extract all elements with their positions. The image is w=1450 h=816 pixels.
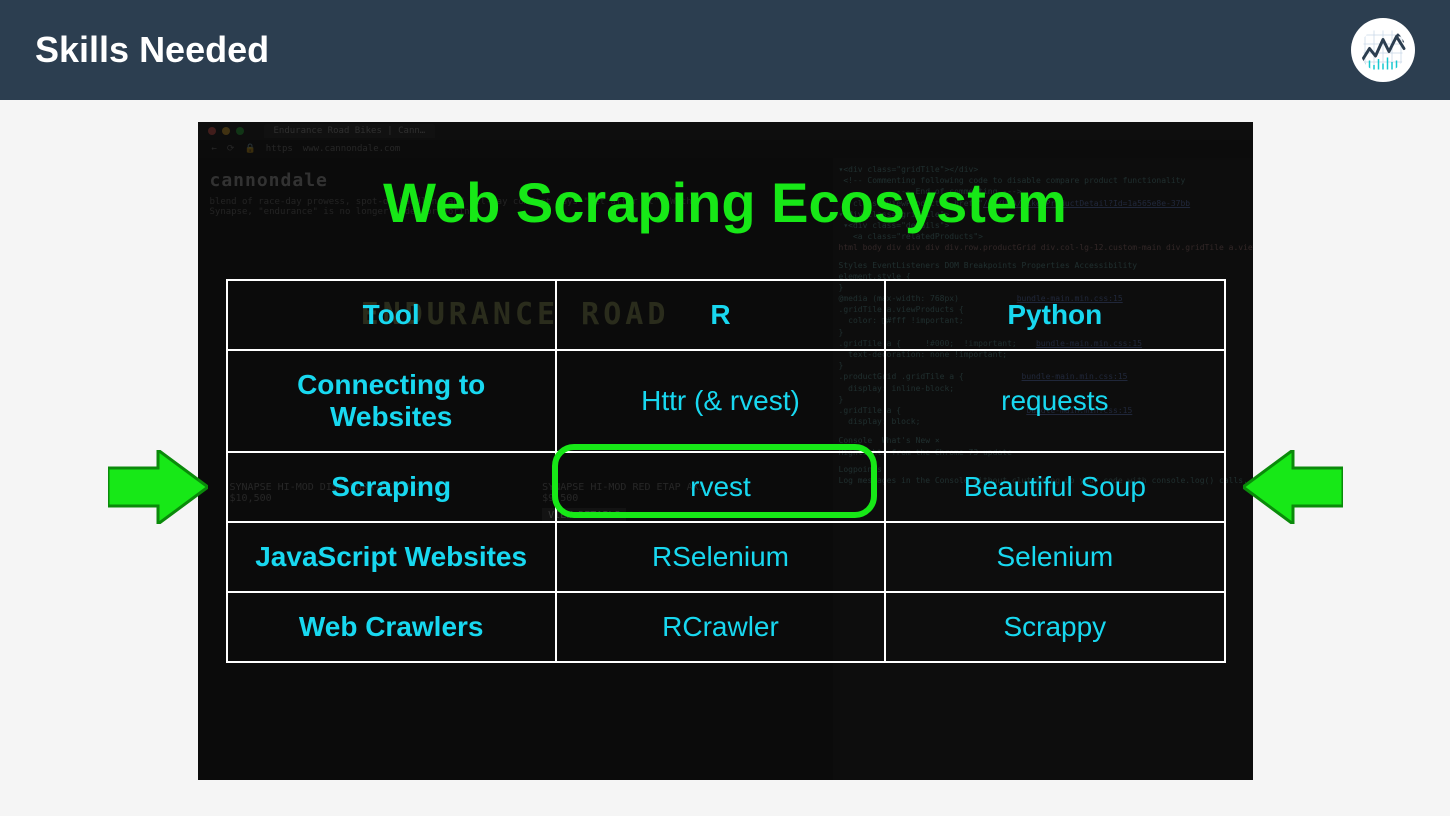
cell-python: Selenium bbox=[885, 522, 1224, 592]
window-close-icon bbox=[208, 127, 216, 135]
arrow-right-icon bbox=[108, 450, 208, 524]
arrow-left-icon bbox=[1243, 450, 1343, 524]
back-icon: ← bbox=[212, 144, 217, 154]
table-row: Web Crawlers RCrawler Scrappy bbox=[227, 592, 1225, 662]
window-minimize-icon bbox=[222, 127, 230, 135]
cell-r: Httr (& rvest) bbox=[556, 350, 885, 452]
table-row: Connecting to Websites Httr (& rvest) re… bbox=[227, 350, 1225, 452]
table-row: JavaScript Websites RSelenium Selenium bbox=[227, 522, 1225, 592]
cell-tool: Web Crawlers bbox=[227, 592, 556, 662]
ecosystem-table: Tool R Python Connecting to Websites Htt… bbox=[226, 279, 1226, 663]
window-zoom-icon bbox=[236, 127, 244, 135]
cell-python: Scrappy bbox=[885, 592, 1224, 662]
th-python: Python bbox=[885, 280, 1224, 350]
slide-header: Skills Needed bbox=[0, 0, 1450, 100]
page-title: Skills Needed bbox=[35, 29, 269, 71]
slide-body: Endurance Road Bikes | Cann… ← ⟳ 🔒 https… bbox=[0, 100, 1450, 816]
cell-r: RSelenium bbox=[556, 522, 885, 592]
cell-python: requests bbox=[885, 350, 1224, 452]
cell-tool: JavaScript Websites bbox=[227, 522, 556, 592]
url-scheme: https bbox=[266, 144, 293, 154]
cell-python: Beautiful Soup bbox=[885, 452, 1224, 522]
url-host: www.cannondale.com bbox=[303, 144, 401, 154]
slide-main-title: Web Scraping Ecosystem bbox=[198, 170, 1253, 235]
cell-tool: Scraping bbox=[227, 452, 556, 522]
brand-logo bbox=[1351, 18, 1415, 82]
browser-tab: Endurance Road Bikes | Cann… bbox=[264, 124, 436, 138]
cell-tool: Connecting to Websites bbox=[227, 350, 556, 452]
th-tool: Tool bbox=[227, 280, 556, 350]
cell-r: rvest bbox=[556, 452, 885, 522]
slide-stage: Endurance Road Bikes | Cann… ← ⟳ 🔒 https… bbox=[198, 122, 1253, 780]
reload-icon: ⟳ bbox=[227, 144, 235, 154]
cell-r: RCrawler bbox=[556, 592, 885, 662]
browser-url-bar: ← ⟳ 🔒 https www.cannondale.com bbox=[198, 140, 1253, 158]
th-r: R bbox=[556, 280, 885, 350]
table-row: Scraping rvest Beautiful Soup bbox=[227, 452, 1225, 522]
lock-icon: 🔒 bbox=[244, 144, 255, 154]
table-header-row: Tool R Python bbox=[227, 280, 1225, 350]
browser-tabbar: Endurance Road Bikes | Cann… bbox=[198, 122, 1253, 140]
